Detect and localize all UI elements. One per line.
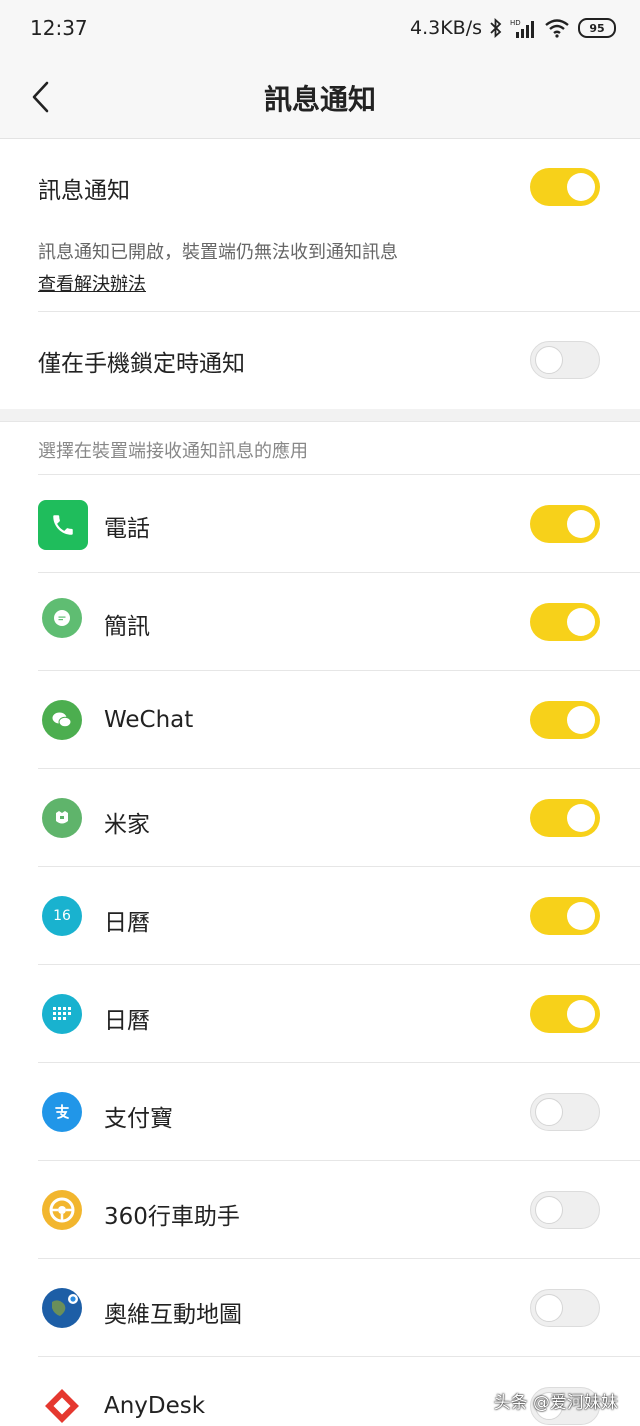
phone-icon <box>38 500 88 550</box>
steering-wheel-icon <box>42 1190 82 1230</box>
header-bar: 訊息通知 <box>0 56 640 139</box>
app-row-360-drive[interactable]: 360行車助手 <box>0 1161 640 1259</box>
app-name: 日曆 <box>104 910 150 936</box>
app-row-ovital-map[interactable]: 奧維互動地圖 <box>0 1259 640 1357</box>
app-toggle[interactable] <box>530 1289 600 1327</box>
app-row-mijia[interactable]: 米家 <box>0 769 640 867</box>
notification-toggle[interactable] <box>530 168 600 206</box>
network-speed: 4.3KB/s <box>409 17 482 39</box>
status-icons: 4.3KB/s HD 95 <box>410 14 616 42</box>
calendar-grid-icon <box>42 994 82 1034</box>
app-toggle[interactable] <box>530 1191 600 1229</box>
app-toggle[interactable] <box>530 1093 600 1131</box>
globe-icon <box>42 1288 82 1328</box>
calendar-icon: 16 <box>42 896 82 936</box>
section-separator <box>0 409 640 422</box>
toggle-knob <box>535 1294 563 1322</box>
watermark: 头条 @爱河妹妹 <box>493 1393 618 1413</box>
app-row-phone[interactable]: 電話 <box>0 475 640 573</box>
lock-only-toggle[interactable] <box>530 341 600 379</box>
calendar-badge: 16 <box>53 908 71 924</box>
app-toggle[interactable] <box>530 603 600 641</box>
app-name: WeChat <box>104 707 194 733</box>
notification-label: 訊息通知 <box>38 178 130 204</box>
lock-only-label: 僅在手機鎖定時通知 <box>38 351 245 377</box>
app-toggle[interactable] <box>530 995 600 1033</box>
toggle-knob <box>567 608 595 636</box>
app-name: 電話 <box>104 516 150 542</box>
anydesk-icon <box>42 1386 82 1426</box>
app-toggle[interactable] <box>530 897 600 935</box>
status-time: 12:37 <box>30 16 88 40</box>
mijia-icon <box>42 798 82 838</box>
solution-link[interactable]: 查看解決辦法 <box>38 270 146 296</box>
toggle-knob <box>567 173 595 201</box>
app-name: 日曆 <box>104 1008 150 1034</box>
notification-row: 訊息通知 <box>38 163 602 213</box>
toggle-knob <box>567 510 595 538</box>
toggle-knob <box>567 902 595 930</box>
wechat-icon <box>42 700 82 740</box>
battery-icon: 95 <box>578 18 616 38</box>
app-name: 支付寶 <box>104 1106 173 1132</box>
app-row-messages[interactable]: 簡訊 <box>0 573 640 671</box>
bluetooth-icon <box>490 18 502 38</box>
divider <box>38 311 640 312</box>
app-row-wechat[interactable]: WeChat <box>0 671 640 769</box>
lock-only-row: 僅在手機鎖定時通知 <box>38 336 602 386</box>
message-icon <box>42 598 82 638</box>
page-title: 訊息通知 <box>263 83 376 116</box>
notification-description: 訊息通知已開啟，裝置端仍無法收到通知訊息 <box>38 242 398 263</box>
app-name: 奧維互動地圖 <box>104 1302 242 1328</box>
app-row-calendar-2[interactable]: 日曆 <box>0 965 640 1063</box>
hd-signal-icon: HD <box>510 19 534 38</box>
app-name: 簡訊 <box>104 614 150 640</box>
app-toggle[interactable] <box>530 505 600 543</box>
app-row-alipay[interactable]: 支付寶 <box>0 1063 640 1161</box>
toggle-knob <box>535 346 563 374</box>
app-name: 360行車助手 <box>104 1204 240 1230</box>
app-row-calendar[interactable]: 16 日曆 <box>0 867 640 965</box>
app-toggle[interactable] <box>530 701 600 739</box>
toggle-knob <box>567 1000 595 1028</box>
app-name: 米家 <box>104 812 150 838</box>
status-bar: 12:37 4.3KB/s HD 95 <box>0 0 640 56</box>
toggle-knob <box>535 1098 563 1126</box>
toggle-knob <box>535 1196 563 1224</box>
svg-text:HD: HD <box>510 19 521 27</box>
app-name: AnyDesk <box>104 1393 206 1419</box>
wifi-icon <box>545 19 569 38</box>
app-toggle[interactable] <box>530 799 600 837</box>
alipay-icon <box>42 1092 82 1132</box>
toggle-knob <box>567 706 595 734</box>
apps-section-label: 選擇在裝置端接收通知訊息的應用 <box>38 441 308 462</box>
toggle-knob <box>567 804 595 832</box>
